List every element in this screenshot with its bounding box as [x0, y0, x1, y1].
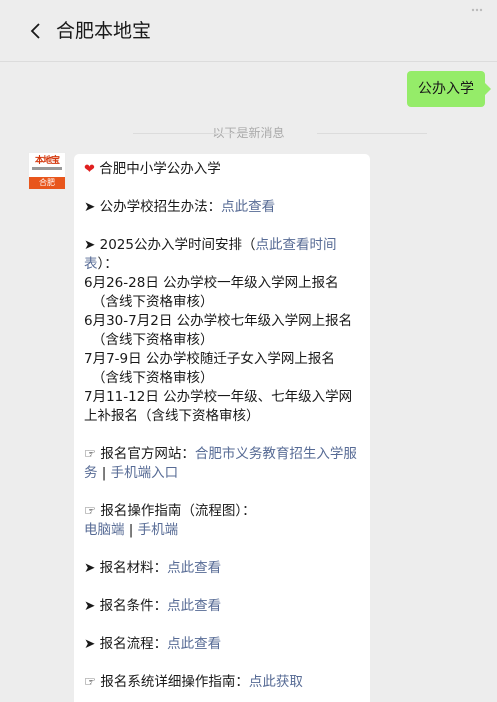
avatar-city-badge: 合肥	[29, 177, 65, 189]
reply-message-bubble: ❤ 合肥中小学公办入学 ➤ 公办学校招生办法：点此查看 ➤ 2025公办入学时间…	[74, 154, 370, 702]
divider-line-left	[133, 133, 243, 134]
chat-header: 合肥本地宝	[0, 0, 497, 62]
mobile-entry-link[interactable]: 手机端入口	[111, 465, 179, 481]
heart-icon: ❤	[84, 162, 95, 177]
schedule-item: 6月30-7月2日 公办学校七年级入学网上报名	[84, 312, 360, 331]
enrollment-policy-label: ➤ 公办学校招生办法：	[84, 199, 222, 215]
schedule-item-main: 6月26-28日 公办学校一年级入学网上报名	[84, 275, 339, 291]
guide-line: ☞ 报名操作指南（流程图）：	[84, 502, 360, 521]
link-separator: |	[97, 465, 111, 481]
materials-line: ➤ 报名材料：点此查看	[84, 559, 360, 578]
process-link[interactable]: 点此查看	[167, 636, 221, 652]
guide-label: ☞ 报名操作指南（流程图）：	[84, 503, 256, 519]
mobile-guide-link[interactable]: 手机端	[138, 522, 179, 538]
reply-title-line: ❤ 合肥中小学公办入学	[84, 160, 360, 179]
link-separator: |	[124, 522, 138, 538]
schedule-item: 6月26-28日 公办学校一年级入学网上报名	[84, 274, 360, 293]
enrollment-policy-link[interactable]: 点此查看	[221, 199, 275, 215]
conditions-link[interactable]: 点此查看	[167, 598, 221, 614]
schedule-item: 7月11-12日 公办学校一年级、七年级入学网上补报名（含线下资格审核）	[84, 388, 360, 426]
materials-link[interactable]: 点此查看	[167, 560, 221, 576]
conditions-line: ➤ 报名条件：点此查看	[84, 597, 360, 616]
chat-title: 合肥本地宝	[56, 20, 152, 42]
user-message-bubble[interactable]: 公办入学	[407, 71, 491, 107]
guide-links: 电脑端 | 手机端	[84, 521, 360, 540]
schedule-heading-label: ➤ 2025公办入学时间安排（	[84, 237, 256, 253]
process-line: ➤ 报名流程：点此查看	[84, 635, 360, 654]
enrollment-policy-line: ➤ 公办学校招生办法：点此查看	[84, 198, 360, 217]
schedule-heading-line: ➤ 2025公办入学时间安排（点此查看时间表）：	[84, 236, 360, 274]
schedule-item-note: （含线下资格审核）	[92, 370, 214, 386]
system-guide-label: ☞ 报名系统详细操作指南：	[84, 674, 249, 690]
schedule-item-note: （含线下资格审核）	[92, 332, 214, 348]
schedule-item-main: 7月11-12日 公办学校一年级、七年级入学网上补报名（含线下资格审核）	[84, 389, 353, 424]
official-site-line: ☞ 报名官方网站：合肥市义务教育招生入学服务 | 手机端入口	[84, 445, 360, 483]
avatar[interactable]: 本地宝 合肥	[28, 152, 66, 190]
schedule-item: 7月7-9日 公办学校随迁子女入学网上报名	[84, 350, 360, 369]
schedule-heading-suffix: ）：	[97, 256, 118, 272]
chevron-left-icon[interactable]	[26, 21, 46, 41]
avatar-logo-text: 本地宝	[34, 156, 60, 166]
conditions-label: ➤ 报名条件：	[84, 598, 168, 614]
new-messages-divider: 以下是新消息	[0, 124, 497, 142]
reply-title: 合肥中小学公办入学	[99, 161, 221, 177]
schedule-item-note: （含线下资格审核）	[92, 294, 214, 310]
avatar-logo-stripe	[32, 167, 62, 170]
divider-line-right	[317, 133, 427, 134]
desktop-guide-link[interactable]: 电脑端	[84, 522, 125, 538]
process-label: ➤ 报名流程：	[84, 636, 168, 652]
official-site-label: ☞ 报名官方网站：	[84, 446, 195, 462]
schedule-item-main: 6月30-7月2日 公办学校七年级入学网上报名	[84, 313, 353, 329]
system-guide-link[interactable]: 点此获取	[249, 674, 303, 690]
materials-label: ➤ 报名材料：	[84, 560, 168, 576]
schedule-item-main: 7月7-9日 公办学校随迁子女入学网上报名	[84, 351, 335, 367]
system-guide-line: ☞ 报名系统详细操作指南：点此获取	[84, 673, 360, 692]
more-dots-icon[interactable]	[471, 6, 483, 14]
